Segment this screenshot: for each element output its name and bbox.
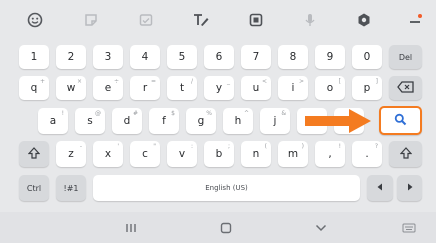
key-6[interactable]: 6 xyxy=(204,45,234,69)
space-key[interactable]: English (US) xyxy=(93,175,360,201)
emoji-icon[interactable] xyxy=(22,7,48,33)
key-e[interactable]: e ÷ xyxy=(93,76,123,100)
key-8[interactable]: 8 xyxy=(278,45,308,69)
key-f[interactable]: f $ xyxy=(149,108,179,134)
key-3[interactable]: 3 xyxy=(93,45,123,69)
cursor-left-key[interactable] xyxy=(367,175,393,201)
key-a[interactable]: a! xyxy=(38,108,68,134)
caret-left-icon xyxy=(376,182,384,194)
backspace-key[interactable] xyxy=(389,76,422,100)
caret-right-icon xyxy=(406,182,414,194)
key-7[interactable]: 7 xyxy=(241,45,271,69)
key-q[interactable]: q + xyxy=(19,76,49,100)
key-y[interactable]: y _ xyxy=(204,76,234,100)
search-icon xyxy=(394,113,407,129)
shift-icon xyxy=(399,146,412,162)
shift-right-key[interactable] xyxy=(389,141,422,167)
key-u[interactable]: u < xyxy=(241,76,271,100)
key-1[interactable]: 1 xyxy=(19,45,49,69)
key-c[interactable]: c " xyxy=(130,141,160,167)
cursor-right-key[interactable] xyxy=(397,175,422,201)
shift-icon xyxy=(27,146,41,162)
key-s[interactable]: s @ xyxy=(75,108,105,134)
ctrl-key[interactable]: Ctrl xyxy=(19,175,49,201)
key-5[interactable]: 5 xyxy=(167,45,197,69)
home-icon[interactable] xyxy=(215,220,237,236)
key-h[interactable]: h ^ xyxy=(223,108,253,134)
key-m[interactable]: m) xyxy=(278,141,308,167)
key-r[interactable]: r = xyxy=(130,76,160,100)
recent-apps-icon[interactable] xyxy=(120,220,142,236)
key-p[interactable]: p] xyxy=(352,76,382,100)
key-t[interactable]: t / xyxy=(167,76,197,100)
keyboard-switch-icon[interactable] xyxy=(398,220,420,236)
sticker-icon[interactable] xyxy=(78,7,104,33)
key-j[interactable]: j & xyxy=(260,108,290,134)
key-n[interactable]: n( xyxy=(241,141,271,167)
key-g[interactable]: g% xyxy=(186,108,216,134)
clipboard-icon[interactable] xyxy=(243,7,269,33)
key-d[interactable]: d # xyxy=(112,108,142,134)
settings-icon[interactable] xyxy=(351,7,377,33)
delete-key[interactable]: Del xyxy=(389,45,422,69)
chevron-down-icon[interactable] xyxy=(310,220,332,236)
key-9[interactable]: 9 xyxy=(315,45,345,69)
symbols-key[interactable]: !#1 xyxy=(56,175,86,201)
key-i[interactable]: i > xyxy=(278,76,308,100)
keyboard-toolbar xyxy=(0,0,436,40)
gif-icon[interactable] xyxy=(133,7,159,33)
more-icon[interactable] xyxy=(402,7,428,33)
key-x[interactable]: x ' xyxy=(93,141,123,167)
keyboard: 1 2 3 4 5 6 7 8 9 0 Del q + w × e ÷ r = t / y… xyxy=(0,0,436,243)
key-v[interactable]: v: xyxy=(167,141,197,167)
key-z[interactable]: z- xyxy=(56,141,86,167)
key-comma[interactable]: ,! xyxy=(315,141,345,167)
handwriting-icon[interactable] xyxy=(188,7,214,33)
key-2[interactable]: 2 xyxy=(56,45,86,69)
key-period[interactable]: .? xyxy=(352,141,382,167)
key-4[interactable]: 4 xyxy=(130,45,160,69)
arrow-annotation xyxy=(305,109,371,133)
key-o[interactable]: o[ xyxy=(315,76,345,100)
key-b[interactable]: b; xyxy=(204,141,234,167)
key-0[interactable]: 0 xyxy=(352,45,382,69)
mic-icon[interactable] xyxy=(297,7,323,33)
shift-key[interactable] xyxy=(19,141,49,167)
navigation-bar xyxy=(0,212,436,243)
search-key[interactable] xyxy=(379,106,422,135)
key-w[interactable]: w × xyxy=(56,76,86,100)
backspace-icon xyxy=(396,80,415,96)
